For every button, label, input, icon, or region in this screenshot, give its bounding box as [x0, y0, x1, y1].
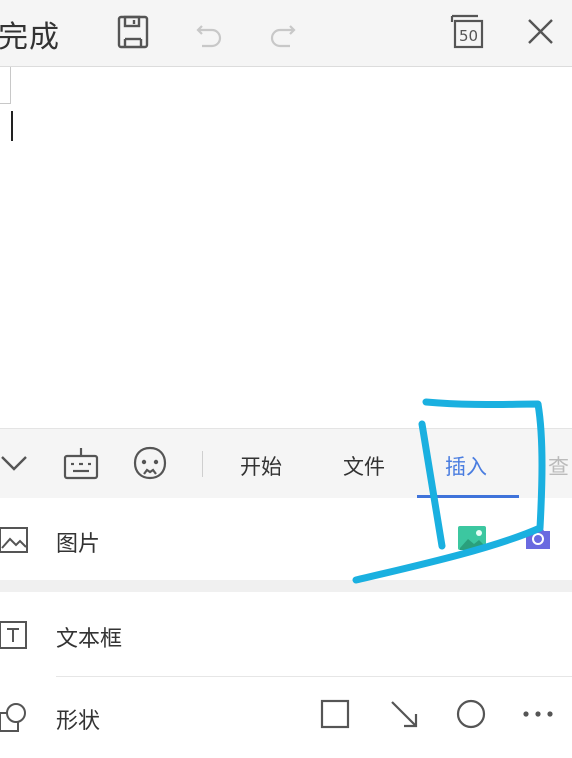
- arrow-line-shape-icon[interactable]: [386, 696, 422, 732]
- top-toolbar: 完成 50: [0, 0, 572, 67]
- picture-label[interactable]: 图片: [56, 526, 100, 558]
- tab-divider: [202, 451, 203, 477]
- voice-assistant-icon[interactable]: [130, 443, 170, 483]
- picture-icon: [0, 524, 30, 556]
- undo-icon[interactable]: [188, 12, 228, 52]
- chevron-down-icon[interactable]: [0, 443, 36, 483]
- shape-icon: [0, 701, 30, 733]
- done-button[interactable]: 完成: [0, 12, 60, 56]
- textbox-label[interactable]: 文本框: [56, 621, 122, 653]
- circle-shape-icon[interactable]: [453, 696, 489, 732]
- row-divider: [56, 676, 572, 677]
- redo-icon[interactable]: [264, 12, 304, 52]
- insert-panel: 图片 文本框 形状: [0, 498, 572, 758]
- rectangle-shape-icon[interactable]: [317, 696, 353, 732]
- tab-insert[interactable]: 插入: [445, 451, 487, 481]
- page-corner-mark: [0, 67, 11, 104]
- tab-review[interactable]: 查: [548, 451, 569, 481]
- zoom-badge-text: 50: [459, 27, 478, 45]
- save-icon[interactable]: [113, 12, 153, 52]
- document-canvas[interactable]: [0, 67, 572, 428]
- shape-label[interactable]: 形状: [56, 703, 100, 735]
- textbox-icon: [0, 619, 30, 651]
- multi-window-icon[interactable]: 50: [446, 12, 486, 52]
- close-icon[interactable]: [520, 12, 560, 52]
- text-cursor: [11, 111, 13, 141]
- camera-icon[interactable]: [522, 522, 554, 554]
- wps-editor-screen: 完成 50 开始 文件 插入 查 图片 文本框 形状: [0, 0, 572, 758]
- section-separator: [0, 580, 572, 592]
- ribbon-tab-bar: 开始 文件 插入 查: [0, 428, 572, 499]
- more-shapes-icon[interactable]: [520, 696, 556, 732]
- keyboard-icon[interactable]: [61, 443, 101, 483]
- tab-start[interactable]: 开始: [240, 451, 282, 481]
- gallery-icon[interactable]: [456, 522, 488, 554]
- tab-file[interactable]: 文件: [343, 451, 385, 481]
